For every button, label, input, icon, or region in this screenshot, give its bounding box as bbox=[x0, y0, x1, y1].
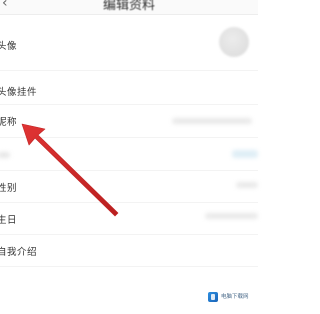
watermark: 电脑下载网 bbox=[208, 292, 249, 302]
watermark-text: 电脑下载网 bbox=[221, 294, 249, 300]
red-arrow-pointer-icon bbox=[21, 123, 119, 217]
download-site-logo-icon bbox=[208, 292, 218, 302]
